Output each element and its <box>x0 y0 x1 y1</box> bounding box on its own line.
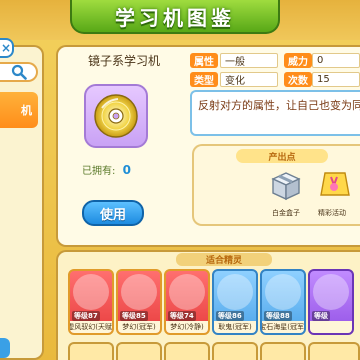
owned-count: 0 <box>122 163 131 177</box>
recommended-title: 适合精灵 <box>176 253 272 266</box>
pet-name: 宝石海星(冠军) <box>260 321 306 333</box>
pet-card[interactable] <box>260 342 306 360</box>
item-description: 反射对方的属性，让自己也变为同 <box>190 90 360 136</box>
pet-card[interactable] <box>308 342 360 360</box>
pet-level: 等级87 <box>72 311 100 321</box>
list-item-selected[interactable]: 机 <box>0 92 38 128</box>
pet-level: 等级74 <box>168 311 196 321</box>
uses-value: 15 <box>312 72 360 87</box>
disc-icon <box>94 94 138 138</box>
pet-card[interactable] <box>68 342 114 360</box>
pet-name: 梦幻(冠军) <box>118 321 160 333</box>
attribute-label: 属性 <box>190 53 218 68</box>
pet-card[interactable]: 等级85 梦幻(冠军) <box>116 269 162 335</box>
pet-portrait <box>265 274 301 310</box>
owned-label: 已拥有: <box>82 166 116 177</box>
pet-card[interactable] <box>212 342 258 360</box>
item-image <box>84 84 148 148</box>
title-banner: 学习机图鉴 <box>70 0 280 34</box>
pet-level: 等级88 <box>264 311 292 321</box>
pet-card[interactable] <box>164 342 210 360</box>
pet-card[interactable]: 等级88 宝石海星(冠军) <box>260 269 306 335</box>
pet-portrait <box>169 274 205 310</box>
page-title: 学习机图鉴 <box>115 5 235 30</box>
game-frame: 学习机图鉴 × 机 镜子系学习机 已拥有: 0 使用 属性 一般 威力 0 类型… <box>0 0 360 360</box>
source-label: 精彩活动 <box>318 209 346 217</box>
pet-portrait <box>217 274 253 310</box>
pet-name: 耿鬼(冠军) <box>214 321 256 333</box>
power-label: 威力 <box>284 53 312 68</box>
scroll-indicator[interactable] <box>0 338 10 358</box>
uses-label: 次数 <box>284 72 312 87</box>
owned-row: 已拥有: 0 <box>82 162 131 177</box>
drop-source-title: 产出点 <box>236 149 328 163</box>
pet-card[interactable]: 等级74 梦幻(冷静) <box>164 269 210 335</box>
event-icon[interactable] <box>314 164 354 204</box>
list-item-label: 机 <box>21 104 32 117</box>
pet-card[interactable]: 等级86 耿鬼(冠军) <box>212 269 258 335</box>
pet-level: 等级86 <box>216 311 244 321</box>
pet-name <box>310 321 352 333</box>
source-label: 白金盒子 <box>272 209 300 217</box>
pet-portrait <box>313 274 349 310</box>
platinum-box-icon[interactable] <box>266 164 306 204</box>
pet-card[interactable]: 等级 <box>308 269 354 335</box>
pet-name: 梦幻(冷静) <box>166 321 208 333</box>
type-value: 变化 <box>220 72 278 87</box>
pet-card[interactable] <box>116 342 162 360</box>
pet-portrait <box>121 274 157 310</box>
search-icon[interactable] <box>9 64 29 80</box>
item-name: 镜子系学习机 <box>88 54 161 68</box>
attribute-value: 一般 <box>220 53 278 68</box>
pet-level: 等级85 <box>120 311 148 321</box>
type-label: 类型 <box>190 72 218 87</box>
use-button[interactable]: 使用 <box>82 200 144 226</box>
close-button[interactable]: × <box>0 38 14 58</box>
pet-name: 虚风驭幻(天赋) <box>68 321 114 333</box>
pet-portrait <box>73 274 109 310</box>
power-value: 0 <box>312 53 360 68</box>
pet-card[interactable]: 等级87 虚风驭幻(天赋) <box>68 269 114 335</box>
pet-level: 等级 <box>312 311 330 321</box>
